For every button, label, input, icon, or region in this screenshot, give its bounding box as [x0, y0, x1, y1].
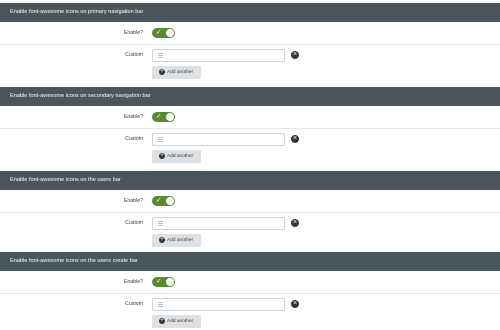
close-icon: ×	[292, 135, 298, 142]
custom-label: Custom	[125, 220, 143, 226]
plus-icon: +	[159, 69, 165, 75]
custom-label: Custom	[125, 52, 143, 58]
check-icon: ✓	[156, 278, 162, 285]
add-another-button[interactable]: + Add another	[152, 150, 201, 163]
add-another-button[interactable]: + Add another	[152, 66, 201, 79]
section-users-create-bar: Enable font-awesome icons on the users c…	[0, 252, 500, 330]
row-divider	[0, 128, 500, 129]
custom-icon-input[interactable]	[152, 49, 285, 62]
close-icon: ×	[292, 219, 298, 226]
plus-icon: +	[159, 318, 165, 324]
close-icon: ×	[292, 300, 298, 307]
row-divider	[0, 293, 500, 294]
plus-icon: +	[159, 153, 165, 159]
add-another-label: Add another	[167, 154, 194, 159]
enable-label: Enable?	[123, 30, 143, 36]
bars-icon	[158, 137, 163, 142]
custom-label: Custom	[125, 136, 143, 142]
custom-icon-input[interactable]	[152, 298, 285, 311]
remove-custom-button[interactable]: ×	[291, 300, 299, 308]
add-another-label: Add another	[167, 70, 194, 75]
section-header: Enable font-awesome icons on primary nav…	[0, 3, 500, 22]
enable-toggle[interactable]: ✓	[152, 196, 175, 206]
remove-custom-button[interactable]: ×	[291, 51, 299, 59]
remove-custom-button[interactable]: ×	[291, 135, 299, 143]
toggle-knob	[166, 197, 174, 205]
check-icon: ✓	[156, 197, 162, 204]
section-header: Enable font-awesome icons on the users c…	[0, 252, 500, 271]
plus-icon: +	[159, 237, 165, 243]
section-secondary-navigation: Enable font-awesome icons on secondary n…	[0, 87, 500, 171]
enable-label: Enable?	[123, 279, 143, 285]
row-divider	[0, 44, 500, 45]
row-divider	[0, 212, 500, 213]
add-another-button[interactable]: + Add another	[152, 315, 201, 328]
enable-label: Enable?	[123, 114, 143, 120]
section-header: Enable font-awesome icons on secondary n…	[0, 87, 500, 106]
custom-label: Custom	[125, 301, 143, 307]
check-icon: ✓	[156, 29, 162, 36]
bars-icon	[158, 302, 163, 307]
toggle-knob	[166, 113, 174, 121]
enable-toggle[interactable]: ✓	[152, 112, 175, 122]
bars-icon	[158, 221, 163, 226]
settings-page: Enable font-awesome icons on primary nav…	[0, 0, 500, 330]
custom-icon-input[interactable]	[152, 133, 285, 146]
add-another-button[interactable]: + Add another	[152, 234, 201, 247]
bars-icon	[158, 53, 163, 58]
enable-label: Enable?	[123, 198, 143, 204]
section-primary-navigation: Enable font-awesome icons on primary nav…	[0, 3, 500, 87]
custom-icon-input[interactable]	[152, 217, 285, 230]
remove-custom-button[interactable]: ×	[291, 219, 299, 227]
add-another-label: Add another	[167, 238, 194, 243]
enable-toggle[interactable]: ✓	[152, 28, 175, 38]
check-icon: ✓	[156, 113, 162, 120]
toggle-knob	[166, 29, 174, 37]
close-icon: ×	[292, 51, 298, 58]
section-header: Enable font-awesome icons on the users b…	[0, 171, 500, 190]
enable-toggle[interactable]: ✓	[152, 277, 175, 287]
add-another-label: Add another	[167, 319, 194, 324]
toggle-knob	[166, 278, 174, 286]
section-users-bar: Enable font-awesome icons on the users b…	[0, 171, 500, 255]
